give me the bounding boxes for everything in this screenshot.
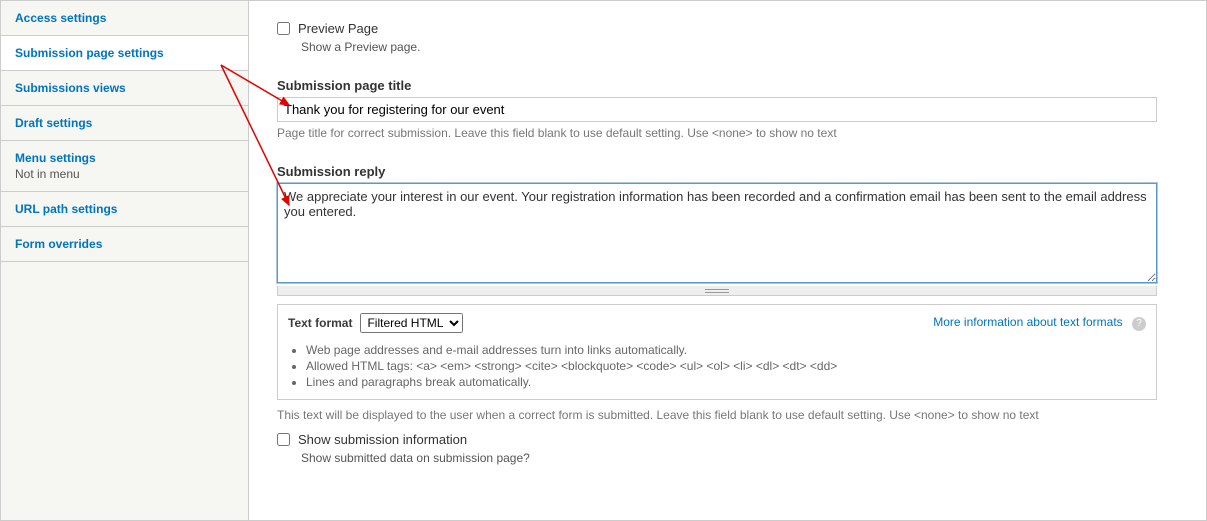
submission-title-group: Submission page title Page title for cor… <box>277 78 1178 140</box>
submission-reply-textarea[interactable] <box>277 183 1157 283</box>
preview-page-desc: Show a Preview page. <box>301 40 1178 54</box>
preview-page-label: Preview Page <box>298 21 378 36</box>
sidebar-item-draft-settings[interactable]: Draft settings <box>1 106 248 141</box>
submission-reply-group: Submission reply Text format Filtered HT… <box>277 164 1178 422</box>
submission-title-heading: Submission page title <box>277 78 1178 93</box>
preview-page-checkbox[interactable] <box>277 22 290 35</box>
sidebar-item-label: URL path settings <box>15 202 117 216</box>
submission-reply-help: This text will be displayed to the user … <box>277 408 1178 422</box>
sidebar-item-label: Menu settings <box>15 151 96 165</box>
show-submission-info-checkbox[interactable] <box>277 433 290 446</box>
sidebar-item-label: Submissions views <box>15 81 126 95</box>
text-format-tips: Web page addresses and e-mail addresses … <box>278 343 1156 399</box>
submission-title-input[interactable] <box>277 97 1157 122</box>
submission-reply-heading: Submission reply <box>277 164 1178 179</box>
text-format-box: Text format Filtered HTML More informati… <box>277 304 1157 400</box>
sidebar-item-submission-page-settings[interactable]: Submission page settings <box>1 36 248 71</box>
sidebar-item-access-settings[interactable]: Access settings <box>1 1 248 36</box>
submission-title-help: Page title for correct submission. Leave… <box>277 126 1178 140</box>
preview-page-group: Preview Page Show a Preview page. <box>277 21 1178 54</box>
format-tip: Allowed HTML tags: <a> <em> <strong> <ci… <box>306 359 1146 373</box>
text-format-label: Text format <box>288 316 352 330</box>
help-icon[interactable]: ? <box>1132 317 1146 331</box>
text-format-select[interactable]: Filtered HTML <box>360 313 463 333</box>
format-tip: Lines and paragraphs break automatically… <box>306 375 1146 389</box>
settings-page: Access settings Submission page settings… <box>0 0 1207 521</box>
textarea-resize-handle[interactable] <box>277 286 1157 296</box>
format-tip: Web page addresses and e-mail addresses … <box>306 343 1146 357</box>
show-submission-info-label: Show submission information <box>298 432 467 447</box>
sidebar-item-label: Draft settings <box>15 116 92 130</box>
sidebar-item-label: Submission page settings <box>15 46 164 60</box>
sidebar-item-submissions-views[interactable]: Submissions views <box>1 71 248 106</box>
sidebar-item-url-path-settings[interactable]: URL path settings <box>1 192 248 227</box>
text-format-info-link[interactable]: More information about text formats <box>933 315 1122 329</box>
sidebar-item-form-overrides[interactable]: Form overrides <box>1 227 248 262</box>
sidebar-item-sublabel: Not in menu <box>15 167 234 181</box>
main-content: Preview Page Show a Preview page. Submis… <box>249 1 1206 520</box>
sidebar-item-menu-settings[interactable]: Menu settings Not in menu <box>1 141 248 192</box>
sidebar-item-label: Form overrides <box>15 237 102 251</box>
text-format-info: More information about text formats ? <box>933 315 1146 331</box>
sidebar-item-label: Access settings <box>15 11 106 25</box>
settings-sidebar: Access settings Submission page settings… <box>1 1 249 520</box>
show-submission-info-group: Show submission information Show submitt… <box>277 432 1178 465</box>
show-submission-info-desc: Show submitted data on submission page? <box>301 451 1178 465</box>
